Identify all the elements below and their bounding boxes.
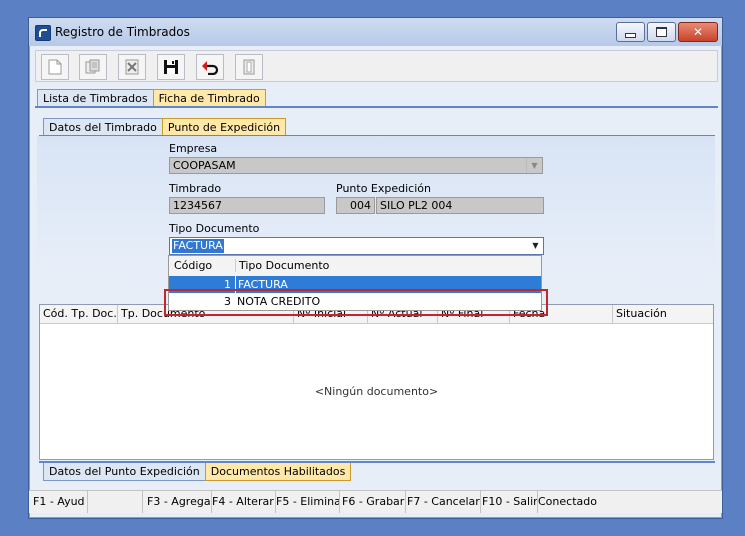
timbrado-label: Timbrado: [169, 182, 222, 195]
col-situacion[interactable]: Situación: [612, 305, 667, 323]
status-f6-grabar: F6 - Grabar: [338, 491, 406, 513]
tipo-documento-label: Tipo Documento: [169, 222, 260, 235]
punto-desc-field[interactable]: SILO PL2 004: [376, 197, 544, 214]
tab-datos-timbrado[interactable]: Datos del Timbrado: [43, 118, 163, 136]
minimize-button[interactable]: [616, 22, 645, 42]
copy-button[interactable]: [79, 54, 107, 80]
tipo-documento-combo[interactable]: FACTURA ▼: [169, 237, 544, 255]
new-button[interactable]: [41, 54, 69, 80]
minimize-icon: [625, 32, 636, 38]
copy-icon: [85, 59, 100, 74]
close-button[interactable]: ✕: [678, 22, 718, 42]
close-icon: ✕: [692, 25, 704, 39]
app-icon: [35, 25, 51, 41]
delete-button[interactable]: [118, 54, 146, 80]
col-cod-tp-doc[interactable]: Cód. Tp. Doc.: [40, 305, 117, 323]
punto-code-field[interactable]: 004: [336, 197, 375, 214]
exit-button[interactable]: [235, 54, 263, 80]
save-icon: [164, 60, 178, 74]
bottom-tabs: Datos del Punto Expedición Documentos Ha…: [43, 463, 352, 481]
empresa-label: Empresa: [169, 142, 218, 155]
maximize-icon: [656, 27, 667, 37]
empresa-value: COOPASAM: [173, 159, 236, 172]
toolbar: [35, 50, 718, 82]
outer-tab-line: [35, 106, 718, 108]
documents-grid[interactable]: Cód. Tp. Doc. Tp. Documento Nº Inicial N…: [39, 304, 714, 460]
punto-expedicion-label: Punto Expedición: [336, 182, 431, 195]
empty-message: <Ningún documento>: [314, 385, 439, 398]
status-f10-salir: F10 - Salir: [478, 491, 538, 513]
status-bar: F1 - Ayud F3 - Agrega F4 - Alterar F5 - …: [29, 490, 722, 513]
undo-icon: [202, 61, 219, 75]
title-bar: Registro de Timbrados ✕: [29, 18, 722, 46]
tab-punto-expedicion[interactable]: Punto de Expedición: [161, 118, 287, 136]
chevron-down-icon[interactable]: ▼: [528, 238, 543, 253]
tab-ficha-timbrado[interactable]: Ficha de Timbrado: [152, 89, 266, 107]
window-title: Registro de Timbrados: [55, 25, 190, 39]
status-f7-cancelar: F7 - Cancelar: [403, 491, 481, 513]
tab-datos-punto-expedicion[interactable]: Datos del Punto Expedición: [43, 463, 206, 481]
outer-tabs: Lista de Timbrados Ficha de Timbrado: [37, 89, 266, 107]
dropdown-col-tipo: Tipo Documento: [235, 259, 329, 272]
save-button[interactable]: [157, 54, 185, 80]
highlight-box: [164, 289, 548, 316]
status-f1-ayuda: F1 - Ayud: [29, 491, 88, 513]
tab-lista-timbrados[interactable]: Lista de Timbrados: [37, 89, 154, 107]
status-f4-alterar: F4 - Alterar: [208, 491, 276, 513]
status-f3-agrega: F3 - Agrega: [143, 491, 212, 513]
inner-tabs: Datos del Timbrado Punto de Expedición: [43, 118, 287, 136]
exit-icon: [243, 59, 255, 75]
tipo-documento-value: FACTURA: [172, 239, 224, 253]
timbrado-field[interactable]: 1234567: [169, 197, 325, 214]
dropdown-header: Código Tipo Documento: [169, 256, 541, 277]
status-connection: Conectado: [538, 495, 597, 508]
maximize-button[interactable]: [647, 22, 676, 42]
dropdown-col-codigo: Código: [174, 259, 213, 272]
tab-documentos-habilitados[interactable]: Documentos Habilitados: [204, 463, 352, 481]
empresa-field[interactable]: COOPASAM ▼: [169, 157, 543, 174]
chevron-down-icon: ▼: [526, 158, 542, 173]
status-f5-elimina: F5 - Elimina: [272, 491, 340, 513]
status-empty: [88, 491, 143, 513]
new-icon: [48, 59, 62, 75]
undo-button[interactable]: [196, 54, 224, 80]
delete-icon: [125, 59, 139, 75]
